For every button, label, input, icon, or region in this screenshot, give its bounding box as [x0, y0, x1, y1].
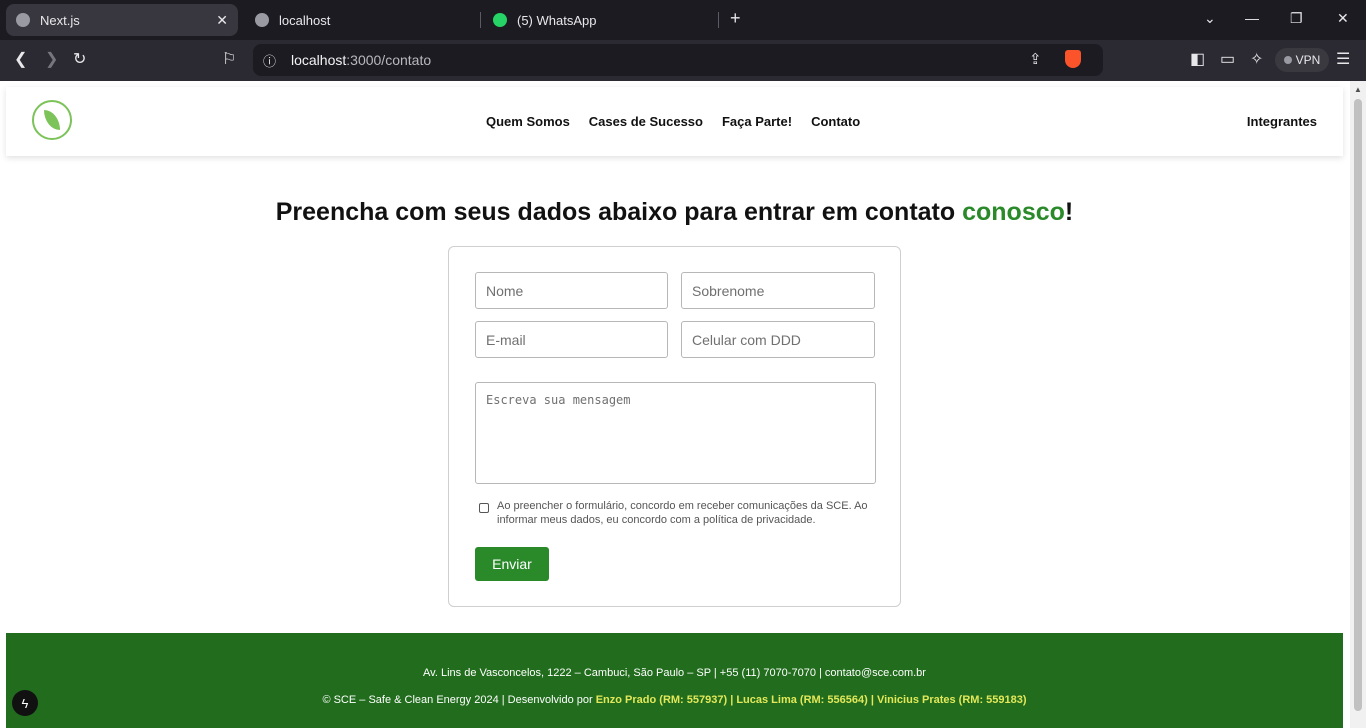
close-window-icon[interactable]: ✕: [1337, 10, 1349, 27]
sidebar-icon[interactable]: ◧: [1190, 50, 1205, 70]
nav-cases-de-sucesso[interactable]: Cases de Sucesso: [589, 114, 703, 129]
nav-integrantes[interactable]: Integrantes: [1247, 114, 1317, 129]
message-textarea[interactable]: [475, 382, 876, 484]
vpn-status-icon: [1283, 56, 1292, 64]
footer-credits: © SCE – Safe & Clean Energy 2024 | Desen…: [322, 694, 1027, 706]
page-title: Preencha com seus dados abaixo para entr…: [275, 198, 1074, 226]
tab-title: Next.js: [40, 12, 80, 28]
email-input[interactable]: [475, 321, 668, 358]
footer-authors: Enzo Prado (RM: 557937) | Lucas Lima (RM…: [595, 694, 1027, 706]
reload-icon[interactable]: ↻: [73, 50, 86, 70]
footer-address: Av. Lins de Vasconcelos, 1222 – Cambuci,…: [423, 667, 926, 679]
restore-icon[interactable]: ❐: [1290, 10, 1303, 27]
back-icon[interactable]: ❮: [14, 50, 27, 70]
close-tab-icon[interactable]: ✕: [216, 12, 228, 29]
nav-faca-parte[interactable]: Faça Parte!: [722, 114, 792, 129]
first-name-input[interactable]: [475, 272, 668, 309]
tab-list-chevron-icon[interactable]: ⌄: [1204, 10, 1216, 27]
bookmark-icon[interactable]: ⚐: [222, 50, 236, 70]
brave-shield-icon[interactable]: [1065, 50, 1081, 68]
share-icon[interactable]: ⇪: [1029, 50, 1042, 68]
nav-quem-somos[interactable]: Quem Somos: [486, 114, 570, 129]
whatsapp-icon: [493, 13, 507, 27]
url-text: localhost:3000/contato: [291, 52, 432, 68]
last-name-input[interactable]: [681, 272, 875, 309]
leaf-shape: [44, 110, 60, 130]
new-tab-icon[interactable]: +: [730, 8, 741, 29]
site-info-icon[interactable]: ⓘ: [263, 51, 276, 70]
browser-tab-bar: Next.js ✕ localhost (5) WhatsApp + ⌄ — ❐…: [0, 0, 1366, 40]
phone-input[interactable]: [681, 321, 875, 358]
globe-icon: [255, 13, 269, 27]
submit-button[interactable]: Enviar: [475, 547, 549, 581]
main-nav: Quem Somos Cases de Sucesso Faça Parte! …: [486, 114, 860, 129]
wallet-icon[interactable]: ▭: [1220, 50, 1235, 70]
tab-title: localhost: [279, 12, 331, 28]
vpn-button[interactable]: VPN: [1275, 48, 1329, 72]
tab-nextjs[interactable]: Next.js ✕: [6, 4, 238, 36]
tab-whatsapp[interactable]: (5) WhatsApp: [483, 4, 715, 36]
vpn-label: VPN: [1295, 53, 1321, 67]
nextjs-dev-indicator-icon[interactable]: ϟ: [12, 690, 38, 716]
site-header: Quem Somos Cases de Sucesso Faça Parte! …: [6, 87, 1343, 156]
minimize-icon[interactable]: —: [1245, 10, 1259, 26]
tab-localhost[interactable]: localhost: [245, 4, 477, 36]
tab-title: (5) WhatsApp: [517, 12, 597, 28]
scroll-up-icon[interactable]: ▲: [1354, 85, 1362, 94]
scrollbar-thumb[interactable]: [1354, 99, 1362, 711]
consent-text: Ao preencher o formulário, concordo em r…: [497, 500, 868, 526]
page-scrollbar[interactable]: ▲: [1350, 81, 1366, 728]
leo-ai-icon[interactable]: ✧: [1250, 50, 1263, 70]
tab-divider: [718, 12, 719, 28]
nav-contato[interactable]: Contato: [811, 114, 860, 129]
menu-icon[interactable]: ☰: [1336, 50, 1350, 70]
site-footer: Av. Lins de Vasconcelos, 1222 – Cambuci,…: [6, 633, 1343, 728]
leaf-logo-icon[interactable]: [32, 100, 72, 140]
address-bar[interactable]: ⓘ localhost:3000/contato ⇪: [253, 44, 1103, 76]
consent-checkbox[interactable]: [479, 503, 489, 513]
contact-form: Ao preencher o formulário, concordo em r…: [448, 246, 901, 607]
headline-highlight: conosco: [962, 198, 1065, 226]
tab-divider: [480, 12, 481, 28]
forward-icon[interactable]: ❯: [45, 50, 58, 70]
globe-icon: [16, 13, 30, 27]
